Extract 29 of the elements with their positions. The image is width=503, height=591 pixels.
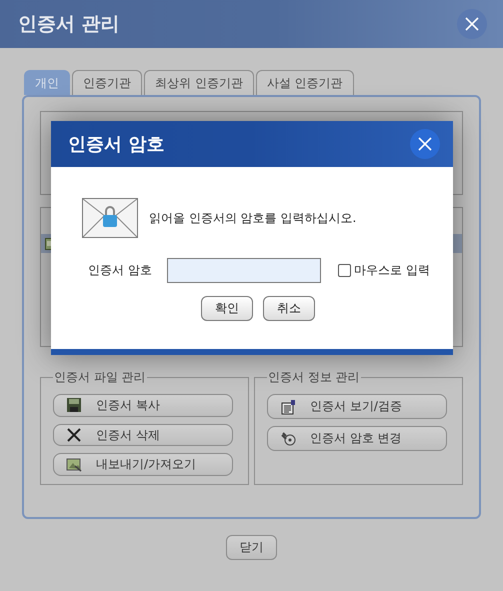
close-dialog-button[interactable]: 닫기 — [226, 535, 277, 560]
close-button[interactable] — [410, 129, 440, 159]
x-mark-icon — [66, 427, 82, 443]
action-button[interactable]: 인증서 삭제 — [53, 424, 233, 446]
action-button[interactable]: 인증서 복사 — [53, 394, 233, 417]
checkbox-label: 마우스로 입력 — [354, 262, 430, 279]
password-label: 인증서 암호 — [88, 262, 153, 279]
window-title: 인증서 관리 — [18, 12, 120, 37]
tab[interactable]: 인증기관 — [72, 70, 142, 95]
key-disc-icon — [280, 430, 296, 446]
document-icon — [280, 398, 296, 414]
tab[interactable]: 최상위 인증기관 — [144, 70, 254, 95]
close-icon — [417, 136, 433, 152]
locked-envelope-icon — [82, 198, 138, 238]
group-legend: 인증서 파일 관리 — [53, 369, 147, 386]
password-field[interactable] — [167, 258, 321, 283]
action-button[interactable]: 인증서 보기/검증 — [267, 394, 447, 419]
checkbox[interactable] — [338, 264, 351, 277]
dialog-message: 읽어올 인증서의 암호를 입력하십시오. — [149, 210, 356, 226]
close-button[interactable] — [457, 9, 487, 39]
dialog-button[interactable]: 확인 — [201, 296, 253, 321]
action-button[interactable]: 내보내기/가져오기 — [53, 453, 233, 476]
dialog-title: 인증서 암호 — [68, 133, 164, 156]
picture-export-icon — [66, 456, 82, 473]
group-legend: 인증서 정보 관리 — [267, 369, 361, 386]
dialog-button[interactable]: 취소 — [263, 296, 315, 321]
action-button[interactable]: 인증서 암호 변경 — [267, 426, 447, 451]
tab[interactable]: 사설 인증기관 — [256, 70, 354, 95]
close-icon — [464, 16, 480, 32]
